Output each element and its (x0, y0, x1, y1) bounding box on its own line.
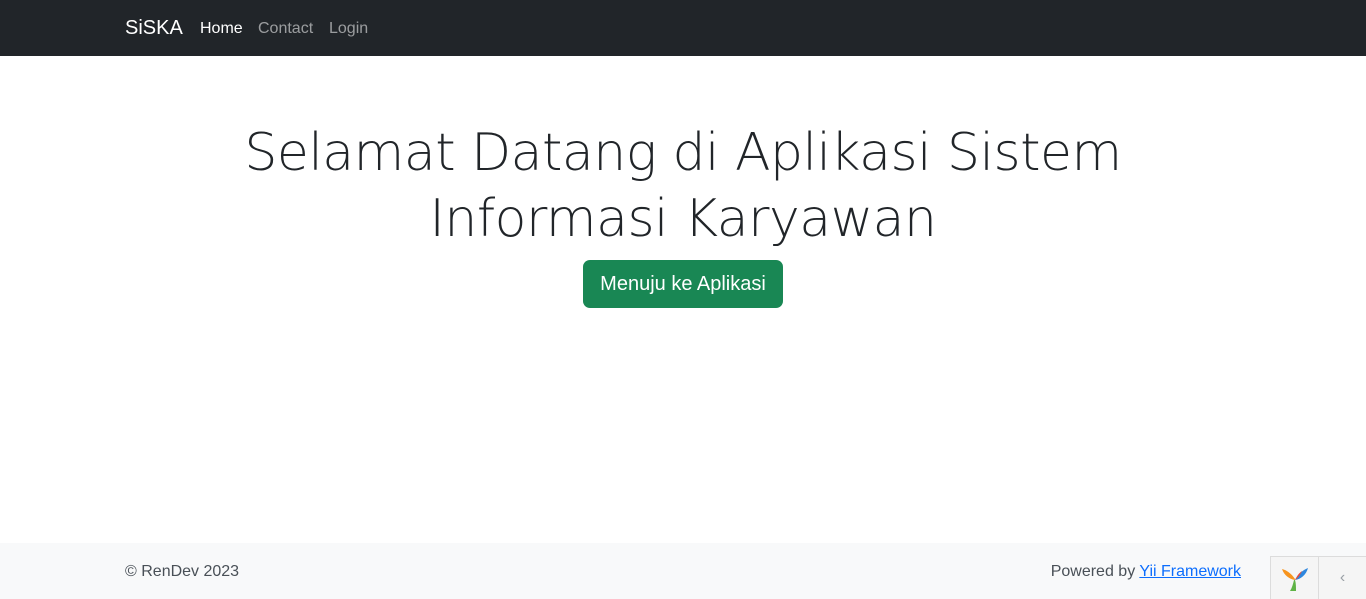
yii-logo-icon[interactable] (1271, 557, 1319, 599)
nav-link-home[interactable]: Home (200, 19, 243, 39)
top-navbar: SiSKA Home Contact Login (0, 0, 1366, 56)
brand-link[interactable]: SiSKA (125, 16, 183, 40)
hero-title: Selamat Datang di Aplikasi Sistem Inform… (244, 123, 1122, 249)
footer: © RenDev 2023 Powered by Yii Framework (0, 543, 1366, 599)
yii-logo-svg (1281, 568, 1308, 591)
hero-section: Selamat Datang di Aplikasi Sistem Inform… (125, 120, 1241, 308)
chevron-left-icon[interactable]: ‹ (1319, 557, 1366, 599)
yii-framework-link[interactable]: Yii Framework (1139, 563, 1241, 580)
powered-by-text: Powered by Yii Framework (1051, 562, 1241, 582)
copyright-text: © RenDev 2023 (125, 563, 240, 580)
nav-link-login[interactable]: Login (329, 19, 368, 39)
powered-by-prefix: Powered by (1050, 563, 1140, 580)
nav-link-contact[interactable]: Contact (258, 19, 313, 39)
go-to-app-button[interactable]: Menuju ke Aplikasi (583, 260, 783, 308)
debug-toolbar: ‹ (1270, 556, 1366, 599)
